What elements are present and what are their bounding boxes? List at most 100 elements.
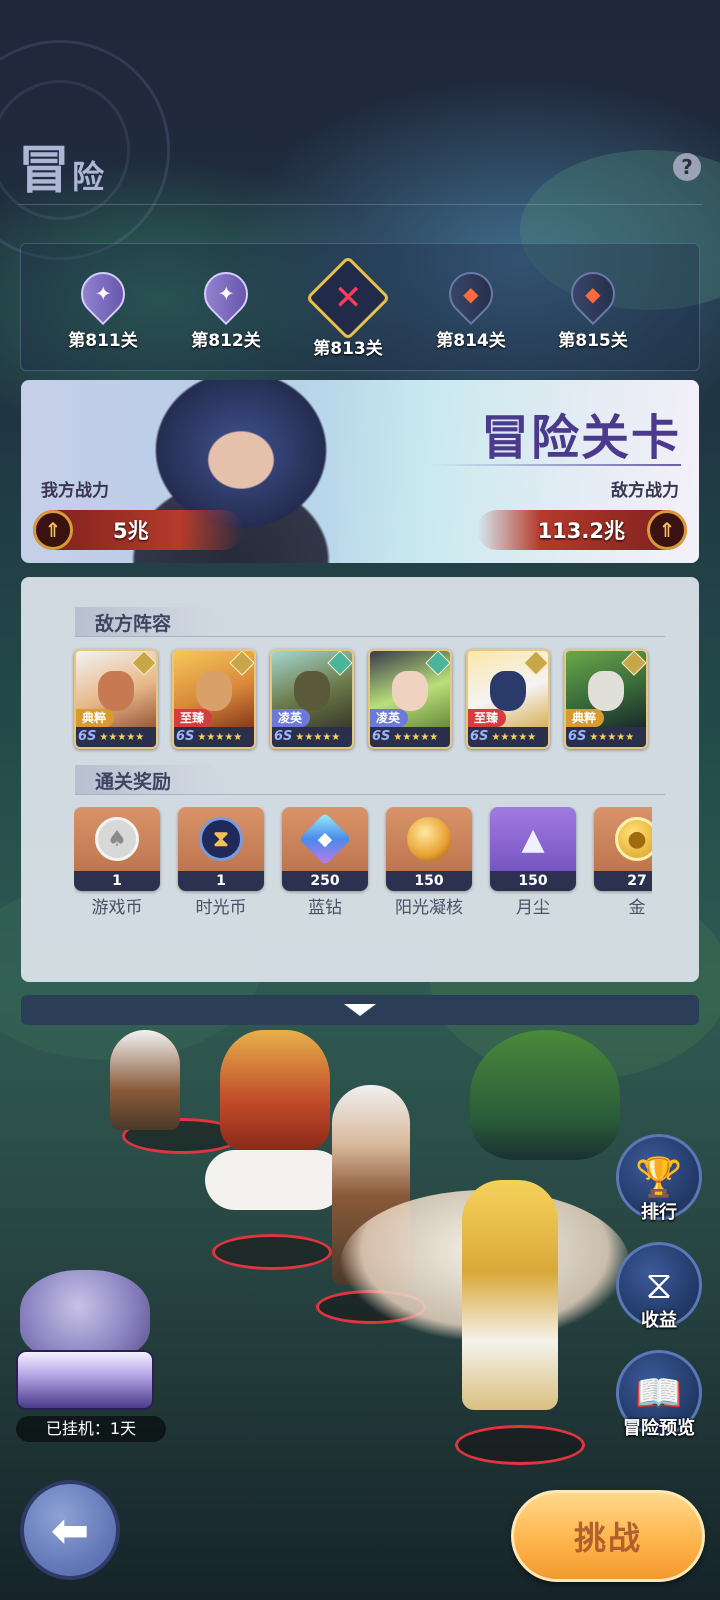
page-title-char: 冒 — [18, 140, 73, 201]
stage-label: 第811关 — [68, 331, 138, 351]
section-underline — [75, 794, 665, 795]
reward-box: ◆ 250 — [282, 807, 368, 891]
challenge-label: 挑战 — [573, 1519, 642, 1557]
earnings-label: 收益 — [641, 1310, 677, 1331]
reward-box: ▲ 150 — [490, 807, 576, 891]
adventure-preview-button[interactable]: 📖 冒险预览 — [613, 1350, 705, 1440]
reward-item[interactable]: 150 阳光凝核 — [386, 807, 472, 917]
hero-level-tag: 6S — [274, 729, 293, 744]
hero-level-tag: 6S — [176, 729, 195, 744]
spade-coin-icon: ♠ — [95, 817, 139, 861]
hero-stars: 6S ★★★★★ — [468, 727, 548, 747]
hero-star-row: ★★★★★ — [99, 732, 145, 743]
hero-star-row: ★★★★★ — [491, 732, 537, 743]
banner-title: 冒险关卡 — [480, 410, 681, 466]
diamond-icon: ◆ — [298, 812, 352, 866]
reward-name: 月尘 — [516, 898, 550, 917]
reward-item[interactable]: ⧗ 1 时光币 — [178, 807, 264, 917]
hero-star-row: ★★★★★ — [197, 732, 243, 743]
enemy-hero-card[interactable]: 典粹 6S ★★★★★ — [564, 649, 648, 749]
hero-stars: 6S ★★★★★ — [76, 727, 156, 747]
cloud-mount — [205, 1150, 345, 1210]
stage-selector: ✦ 第811关 ✦ 第812关 ✕ 第813关 ◆ 第814关 ◆ 第815关 — [20, 243, 700, 371]
hero-face — [196, 671, 232, 711]
ranking-button[interactable]: 🏆 排行 — [613, 1134, 705, 1224]
hourglass-coin-icon: ⧗ — [199, 817, 243, 861]
hero-stars: 6S ★★★★★ — [174, 727, 254, 747]
challenge-button[interactable]: 挑战 — [511, 1490, 705, 1582]
hero-face — [294, 671, 330, 711]
hero-level-tag: 6S — [372, 729, 391, 744]
reward-qty: 150 — [386, 871, 472, 891]
stage-info-panel: 敌方阵容 典粹 6S ★★★★★ 至臻 6S ★★★★★ 凌英 6S ★★★★★ 凌英… — [21, 577, 699, 982]
reward-box: ● 27 — [594, 807, 652, 891]
hero-rank: 典粹 — [566, 709, 605, 727]
my-power-value: 5兆 — [113, 519, 149, 543]
rewards-header: 通关奖励 — [75, 765, 665, 795]
reward-list: ♠ 1 游戏币 ⧗ 1 时光币 ◆ 250 蓝钻 150 阳光凝核 ▲ 150 … — [74, 807, 652, 917]
hero-star-row: ★★★★★ — [295, 732, 341, 743]
reward-name: 时光币 — [195, 898, 247, 917]
enemy-hero-card[interactable]: 凌英 6S ★★★★★ — [270, 649, 354, 749]
rewards-heading: 通关奖励 — [95, 770, 172, 793]
reward-item[interactable]: ♠ 1 游戏币 — [74, 807, 160, 917]
page-title-char: 险 — [72, 158, 107, 196]
unit-ground-ring — [212, 1234, 332, 1270]
reward-qty: 250 — [282, 871, 368, 891]
enemy-hero-card[interactable]: 至臻 6S ★★★★★ — [172, 649, 256, 749]
gold-coin-icon: ● — [615, 817, 652, 861]
stage-label: 第814关 — [436, 331, 506, 351]
stage-812[interactable]: ✦ 第812关 — [171, 262, 281, 351]
enemy-hero-card[interactable]: 凌英 6S ★★★★★ — [368, 649, 452, 749]
hero-face — [490, 671, 526, 711]
my-power-bar: ⇑ 5兆 — [33, 510, 243, 550]
reward-box: ♠ 1 — [74, 807, 160, 891]
hero-rank: 凌英 — [272, 709, 311, 727]
hero-golden-angel-knight — [462, 1180, 558, 1410]
idle-reward-chest-button[interactable]: 已挂机：1天 — [10, 1270, 170, 1442]
reward-item[interactable]: ● 27 金 — [594, 807, 652, 917]
enemy-power-label: 敌方战力 — [611, 481, 679, 501]
banner-divider — [431, 464, 681, 466]
hero-face — [588, 671, 624, 711]
reward-item[interactable]: ▲ 150 月尘 — [490, 807, 576, 917]
power-icon: ⇑ — [33, 510, 73, 550]
hero-monkey-warrior — [220, 1030, 330, 1150]
reward-name: 阳光凝核 — [395, 898, 463, 917]
section-tag: 敌方阵容 — [75, 607, 232, 637]
stage-locked-icon: ◆ — [439, 262, 503, 326]
question-icon[interactable]: ? — [673, 153, 701, 181]
stage-cleared-icon: ✦ — [71, 262, 135, 326]
earnings-button[interactable]: ⧖ 收益 — [613, 1242, 705, 1332]
section-underline — [75, 636, 665, 637]
reward-qty: 1 — [74, 871, 160, 891]
enemy-power-bar: 113.2兆 ⇑ — [477, 510, 687, 550]
power-icon: ⇑ — [647, 510, 687, 550]
stage-814[interactable]: ◆ 第814关 — [416, 262, 526, 351]
hero-face — [98, 671, 134, 711]
enemy-lineup-header: 敌方阵容 — [75, 607, 665, 637]
sun-orb-icon — [407, 817, 451, 861]
stage-811[interactable]: ✦ 第811关 — [48, 262, 158, 351]
crystal-icon: ▲ — [521, 821, 545, 857]
idle-duration-label: 已挂机：1天 — [16, 1416, 166, 1442]
enemy-hero-card[interactable]: 典粹 6S ★★★★★ — [74, 649, 158, 749]
hero-star-row: ★★★★★ — [393, 732, 439, 743]
crystal-base — [16, 1350, 154, 1410]
collapse-panel-button[interactable] — [21, 995, 699, 1025]
hero-level-tag: 6S — [78, 729, 97, 744]
reward-box: ⧗ 1 — [178, 807, 264, 891]
ranking-label: 排行 — [641, 1202, 677, 1223]
hero-mace-fighter — [110, 1030, 180, 1130]
back-button[interactable]: ⬅ — [20, 1480, 120, 1580]
stage-815[interactable]: ◆ 第815关 — [538, 262, 648, 351]
reward-box: 150 — [386, 807, 472, 891]
hero-level-tag: 6S — [568, 729, 587, 744]
stage-banner: 冒险关卡 我方战力 敌方战力 ⇑ 5兆 113.2兆 ⇑ — [21, 380, 699, 563]
reward-item[interactable]: ◆ 250 蓝钻 — [282, 807, 368, 917]
unit-ground-ring — [455, 1425, 585, 1465]
hero-star-row: ★★★★★ — [589, 732, 635, 743]
enemy-hero-card[interactable]: 至臻 6S ★★★★★ — [466, 649, 550, 749]
hero-level-tag: 6S — [470, 729, 489, 744]
stage-813-current[interactable]: ✕ 第813关 — [293, 255, 403, 359]
